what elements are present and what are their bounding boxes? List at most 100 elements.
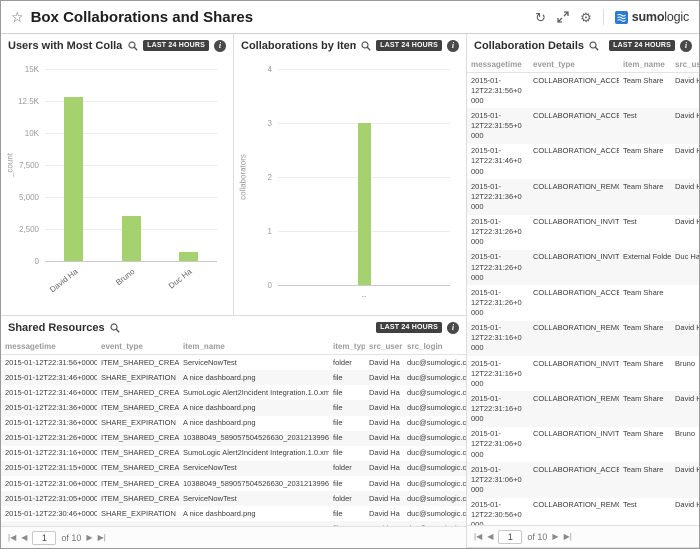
table-row[interactable]: 2015-01- 12T22:31:06+0000COLLABORATION_A… — [467, 462, 699, 497]
x-axis-line — [278, 285, 450, 286]
table-row[interactable]: 2015-01- 12T22:31:26+0000COLLABORATION_I… — [467, 215, 699, 250]
info-icon[interactable]: i — [214, 40, 226, 52]
header-divider — [603, 9, 604, 25]
last-page-button[interactable]: ▶| — [564, 532, 572, 541]
collaboration-details-table: messagetimeevent_typeitem_namesrc_user 2… — [467, 57, 699, 525]
table-cell: 2015-01-12T22:31:36+0000 — [1, 416, 97, 431]
last-page-button[interactable]: ▶| — [98, 533, 106, 542]
table-cell: ITEM_SHARED_CREATE — [97, 385, 179, 400]
table-row[interactable]: 2015-01- 12T22:31:26+0000COLLABORATION_A… — [467, 285, 699, 320]
table-cell: 2015-01- 12T22:31:16+0000 — [467, 356, 529, 391]
table-cell: duc@sumologic.com — [403, 400, 466, 415]
table-cell: duc@sumologic.com — [403, 476, 466, 491]
table-cell: Team Share — [619, 356, 671, 391]
y-tick-label: 0 — [1, 257, 39, 266]
search-icon[interactable] — [110, 323, 120, 333]
table-cell: file — [329, 385, 365, 400]
users-bar-chart: _count15K12.5K10K7,5005,0002,5000David H… — [1, 57, 233, 315]
table-cell: 2015-01- 12T22:30:56+0000 — [467, 498, 529, 526]
favorite-star-icon[interactable]: ☆ — [11, 9, 24, 26]
table-row[interactable]: 2015-01- 12T22:31:36+0000COLLABORATION_R… — [467, 179, 699, 214]
table-cell: David Ha — [671, 73, 699, 109]
column-header-item_type[interactable]: item_type — [329, 339, 365, 355]
table-row[interactable]: 2015-01- 12T22:31:16+0000COLLABORATION_R… — [467, 321, 699, 356]
table-cell: Team Share — [619, 73, 671, 109]
table-cell: SHARE_EXPIRATION — [97, 506, 179, 521]
chart-bar-Bruno[interactable] — [122, 216, 141, 261]
chart-bar-..[interactable] — [358, 123, 371, 285]
panel-title: Shared Resources — [8, 322, 105, 334]
table-cell: David Ha — [365, 355, 403, 371]
gear-icon[interactable]: ⚙ — [580, 11, 592, 24]
table-cell: David Ha — [365, 491, 403, 506]
panel-header: Shared Resources LAST 24 HOURS i — [1, 316, 466, 339]
table-row[interactable]: 2015-01-12T22:31:26+0000ITEM_SHARED_CREA… — [1, 431, 466, 446]
table-row[interactable]: 2015-01-12T22:31:36+0000SHARE_EXPIRATION… — [1, 416, 466, 431]
table-cell: David Ha — [365, 506, 403, 521]
shared-resources-scroll-area[interactable]: messagetimeevent_typeitem_nameitem_types… — [1, 339, 466, 526]
table-cell: file — [329, 400, 365, 415]
table-row[interactable]: 2015-01-12T22:31:56+0000ITEM_SHARED_CREA… — [1, 355, 466, 371]
table-row[interactable]: 2015-01-12T22:31:05+0000ITEM_SHARED_CREA… — [1, 491, 466, 506]
table-row[interactable]: 2015-01- 12T22:31:06+0000COLLABORATION_I… — [467, 427, 699, 462]
search-icon[interactable] — [589, 41, 599, 51]
table-cell: COLLABORATION_REMOVE — [529, 179, 619, 214]
collaboration-details-scroll-area[interactable]: messagetimeevent_typeitem_namesrc_user 2… — [467, 57, 699, 525]
table-cell: Team Share — [619, 462, 671, 497]
chart-bar-David Ha[interactable] — [64, 97, 83, 261]
next-page-button[interactable]: ▶ — [86, 533, 92, 542]
chart-bar-Duc Ha[interactable] — [179, 252, 198, 261]
prev-page-button[interactable]: ◀ — [487, 532, 493, 541]
table-cell: Test — [619, 108, 671, 143]
column-header-event_type[interactable]: event_type — [529, 57, 619, 73]
first-page-button[interactable]: |◀ — [474, 532, 482, 541]
column-header-item_name[interactable]: item_name — [619, 57, 671, 73]
y-tick-label: 10K — [1, 129, 39, 138]
first-page-button[interactable]: |◀ — [8, 533, 16, 542]
table-row[interactable]: 2015-01-12T22:31:15+0000ITEM_SHARED_CREA… — [1, 461, 466, 476]
table-row[interactable]: 2015-01- 12T22:31:16+0000COLLABORATION_I… — [467, 356, 699, 391]
table-row[interactable]: 2015-01- 12T22:31:26+0000COLLABORATION_I… — [467, 250, 699, 285]
column-header-src_user[interactable]: src_user — [365, 339, 403, 355]
table-row[interactable]: 2015-01-12T22:31:46+0000ITEM_SHARED_CREA… — [1, 385, 466, 400]
search-icon[interactable] — [361, 41, 371, 51]
table-cell: 2015-01-12T22:31:06+0000 — [1, 476, 97, 491]
table-cell: David Ha — [671, 462, 699, 497]
table-cell: A nice dashboard.png — [179, 400, 329, 415]
table-cell: COLLABORATION_INVITE — [529, 215, 619, 250]
table-row[interactable]: 2015-01-12T22:31:06+0000ITEM_SHARED_CREA… — [1, 476, 466, 491]
table-row[interactable]: 2015-01- 12T22:31:55+0000COLLABORATION_A… — [467, 108, 699, 143]
column-header-item_name[interactable]: item_name — [179, 339, 329, 355]
table-cell: SumoLogic Alert2Incident Integration.1.0… — [179, 446, 329, 461]
table-row[interactable]: 2015-01-12T22:31:46+0000SHARE_EXPIRATION… — [1, 370, 466, 385]
y-tick-label: 0 — [234, 281, 272, 290]
column-header-event_type[interactable]: event_type — [97, 339, 179, 355]
table-cell: COLLABORATION_REMOVE — [529, 321, 619, 356]
table-row[interactable]: 2015-01-12T22:31:16+0000ITEM_SHARED_CREA… — [1, 446, 466, 461]
search-icon[interactable] — [128, 41, 138, 51]
column-header-messagetime[interactable]: messagetime — [467, 57, 529, 73]
table-cell: 2015-01-12T22:31:26+0000 — [1, 431, 97, 446]
table-row[interactable]: 2015-01- 12T22:31:16+0000COLLABORATION_R… — [467, 391, 699, 426]
expand-icon[interactable] — [557, 11, 569, 23]
table-cell: file — [329, 370, 365, 385]
table-cell: 2015-01-12T22:31:36+0000 — [1, 400, 97, 415]
column-header-src_login[interactable]: src_login — [403, 339, 466, 355]
table-row[interactable]: 2015-01- 12T22:31:46+0000COLLABORATION_A… — [467, 144, 699, 179]
next-page-button[interactable]: ▶ — [552, 532, 558, 541]
page-input[interactable] — [32, 531, 56, 545]
table-row[interactable]: 2015-01- 12T22:30:56+0000COLLABORATION_R… — [467, 498, 699, 526]
page-input[interactable] — [498, 530, 522, 544]
info-icon[interactable]: i — [680, 40, 692, 52]
table-row[interactable]: 2015-01-12T22:30:46+0000SHARE_EXPIRATION… — [1, 506, 466, 521]
column-header-messagetime[interactable]: messagetime — [1, 339, 97, 355]
dashboard-grid: Users with Most Collaboration Activities… — [1, 34, 699, 548]
info-icon[interactable]: i — [447, 40, 459, 52]
refresh-icon[interactable]: ↻ — [535, 11, 546, 24]
table-row[interactable]: 2015-01- 12T22:31:56+0000COLLABORATION_A… — [467, 73, 699, 109]
table-row[interactable]: 2015-01-12T22:31:36+0000ITEM_SHARED_CREA… — [1, 400, 466, 415]
prev-page-button[interactable]: ◀ — [21, 533, 27, 542]
column-header-src_user[interactable]: src_user — [671, 57, 699, 73]
table-cell: David Ha — [671, 179, 699, 214]
info-icon[interactable]: i — [447, 322, 459, 334]
